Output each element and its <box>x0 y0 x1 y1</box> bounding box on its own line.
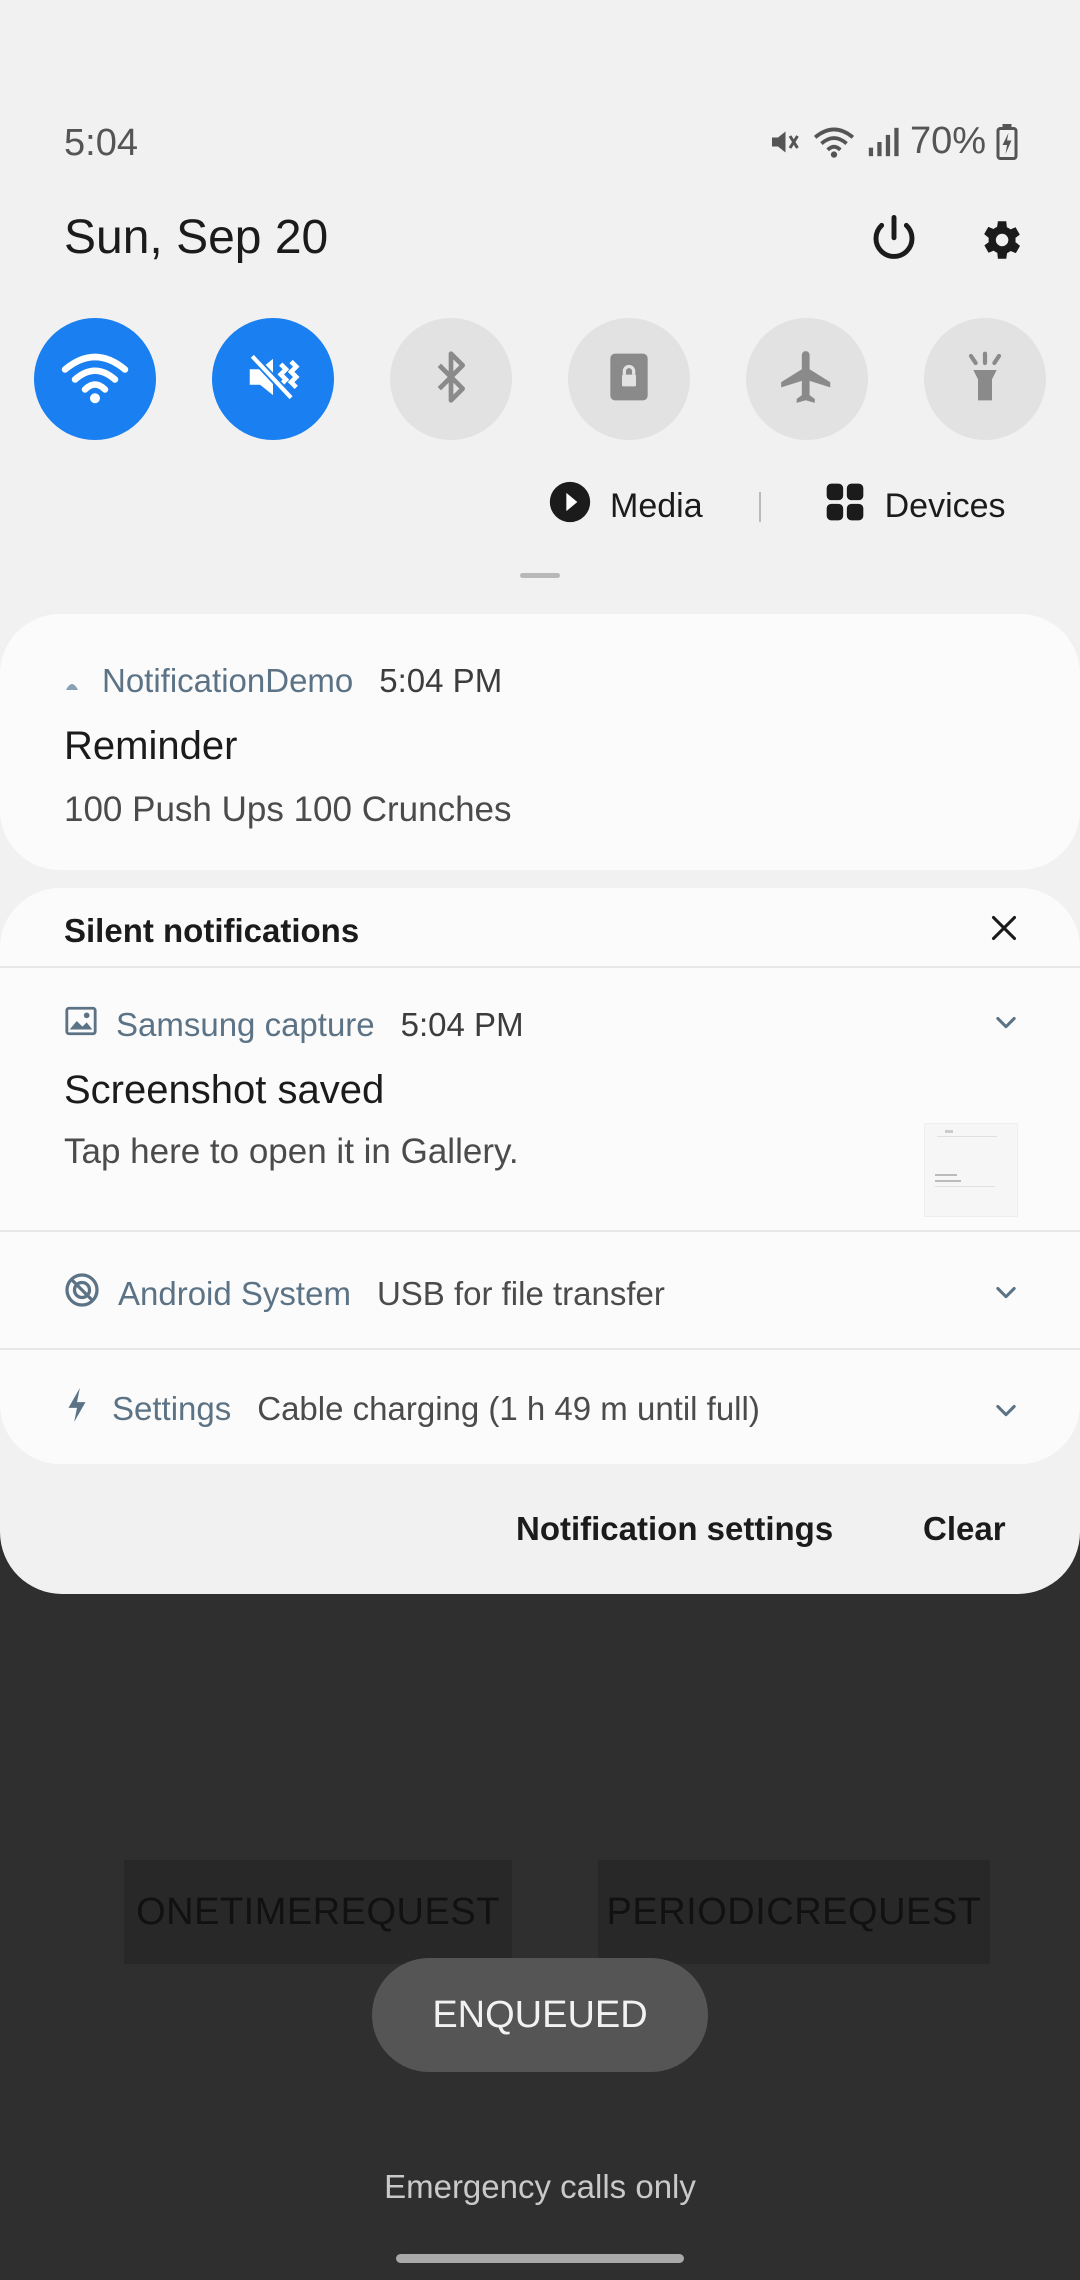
app-small-icon <box>64 662 80 700</box>
qs-flashlight-toggle[interactable] <box>924 318 1046 440</box>
qs-mute-toggle[interactable] <box>212 318 334 440</box>
qs-bluetooth-toggle[interactable] <box>390 318 512 440</box>
media-devices-row: Media Devices <box>548 480 1006 533</box>
enqueued-toast: ENQUEUED <box>372 1958 708 2072</box>
devices-label: Devices <box>884 487 1006 525</box>
shade-drag-handle[interactable] <box>520 573 560 578</box>
media-label: Media <box>610 487 703 525</box>
status-time: 5:04 <box>64 122 138 164</box>
qs-rotation-lock-toggle[interactable] <box>568 318 690 440</box>
notification-charging[interactable]: Settings Cable charging (1 h 49 m until … <box>0 1350 1080 1464</box>
devices-icon <box>823 480 867 533</box>
mute-icon <box>766 124 802 160</box>
power-icon[interactable] <box>864 210 924 270</box>
notification-card-reminder[interactable]: NotificationDemo 5:04 PM Reminder 100 Pu… <box>0 614 1080 870</box>
silent-heading: Silent notifications <box>64 912 360 949</box>
notification-screenshot[interactable]: Samsung capture 5:04 PM Screenshot saved… <box>0 968 1080 1217</box>
airplane-icon <box>776 346 838 413</box>
wifi-icon <box>812 124 856 160</box>
notification-title: Reminder <box>64 724 238 768</box>
image-icon <box>64 1004 98 1046</box>
onetimerequest-button[interactable]: ONETIMEREQUEST <box>124 1860 512 1964</box>
media-divider <box>758 491 761 522</box>
battery-percent: 70% <box>909 120 986 162</box>
lock-icon <box>601 349 657 410</box>
status-icons: 70% <box>766 120 1018 163</box>
clear-button[interactable]: Clear <box>923 1510 1006 1548</box>
home-gesture-bar[interactable] <box>396 2254 684 2263</box>
notification-time: 5:04 PM <box>400 1006 524 1043</box>
notification-title: Screenshot saved <box>64 1068 385 1112</box>
bluetooth-icon <box>423 349 479 410</box>
android-system-icon <box>64 1272 100 1316</box>
notification-app-name: Android System <box>118 1275 351 1312</box>
periodicrequest-button[interactable]: PERIODICREQUEST <box>598 1860 990 1964</box>
notification-app-name: Settings <box>112 1390 232 1427</box>
notification-text: Cable charging (1 h 49 m until full) <box>257 1390 760 1427</box>
qs-wifi-toggle[interactable] <box>34 318 156 440</box>
emergency-calls-label: Emergency calls only <box>384 2168 696 2205</box>
gear-icon[interactable] <box>970 210 1030 270</box>
flashlight-icon <box>957 349 1013 410</box>
notification-android-system[interactable]: Android System USB for file transfer <box>0 1232 1080 1348</box>
notification-settings-button[interactable]: Notification settings <box>516 1510 833 1548</box>
notification-time: 5:04 PM <box>379 662 503 699</box>
qs-airplane-toggle[interactable] <box>746 318 868 440</box>
notification-text: Tap here to open it in Gallery. <box>64 1132 519 1171</box>
chevron-down-icon[interactable] <box>992 1396 1020 1424</box>
notification-shade: 5:04 70% Sun, Sep 20 Media Devices Notif… <box>0 0 1080 1594</box>
notification-text: USB for file transfer <box>376 1275 665 1312</box>
screenshot-thumbnail <box>924 1123 1018 1217</box>
notification-text: 100 Push Ups 100 Crunches <box>64 790 512 829</box>
signal-icon <box>866 125 900 159</box>
silent-notifications-card: Silent notifications Samsung capture 5:0… <box>0 888 1080 1464</box>
chevron-down-icon[interactable] <box>992 1008 1020 1036</box>
notification-app-name: Samsung capture <box>116 1006 375 1043</box>
mute-icon <box>242 346 304 413</box>
date-label: Sun, Sep 20 <box>64 211 329 264</box>
media-button[interactable]: Media <box>548 480 703 533</box>
battery-charging-icon <box>996 123 1018 160</box>
play-icon <box>548 480 592 533</box>
close-icon[interactable] <box>984 908 1024 948</box>
bolt-icon <box>64 1388 90 1430</box>
wifi-icon <box>60 349 130 410</box>
notification-app-name: NotificationDemo <box>102 662 354 699</box>
devices-button[interactable]: Devices <box>823 480 1006 533</box>
chevron-down-icon[interactable] <box>992 1278 1020 1306</box>
